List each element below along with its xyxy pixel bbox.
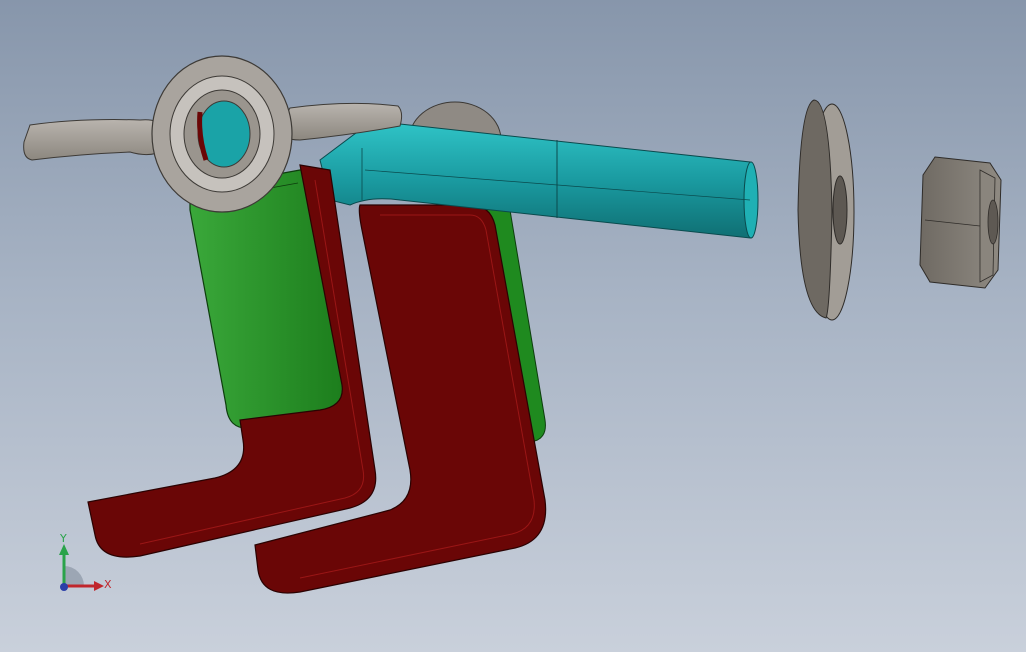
- 3d-viewport[interactable]: Y X: [0, 0, 1026, 652]
- y-axis-arrow: [59, 544, 69, 555]
- flat-washer: [797, 99, 855, 321]
- y-axis-label: Y: [59, 532, 67, 545]
- cad-scene[interactable]: Y X: [0, 0, 1026, 652]
- triad-arc: [64, 566, 84, 586]
- hex-nut: [919, 156, 1002, 289]
- z-axis-dot: [60, 583, 68, 591]
- x-axis-label: X: [104, 578, 112, 591]
- x-axis-arrow: [94, 581, 104, 591]
